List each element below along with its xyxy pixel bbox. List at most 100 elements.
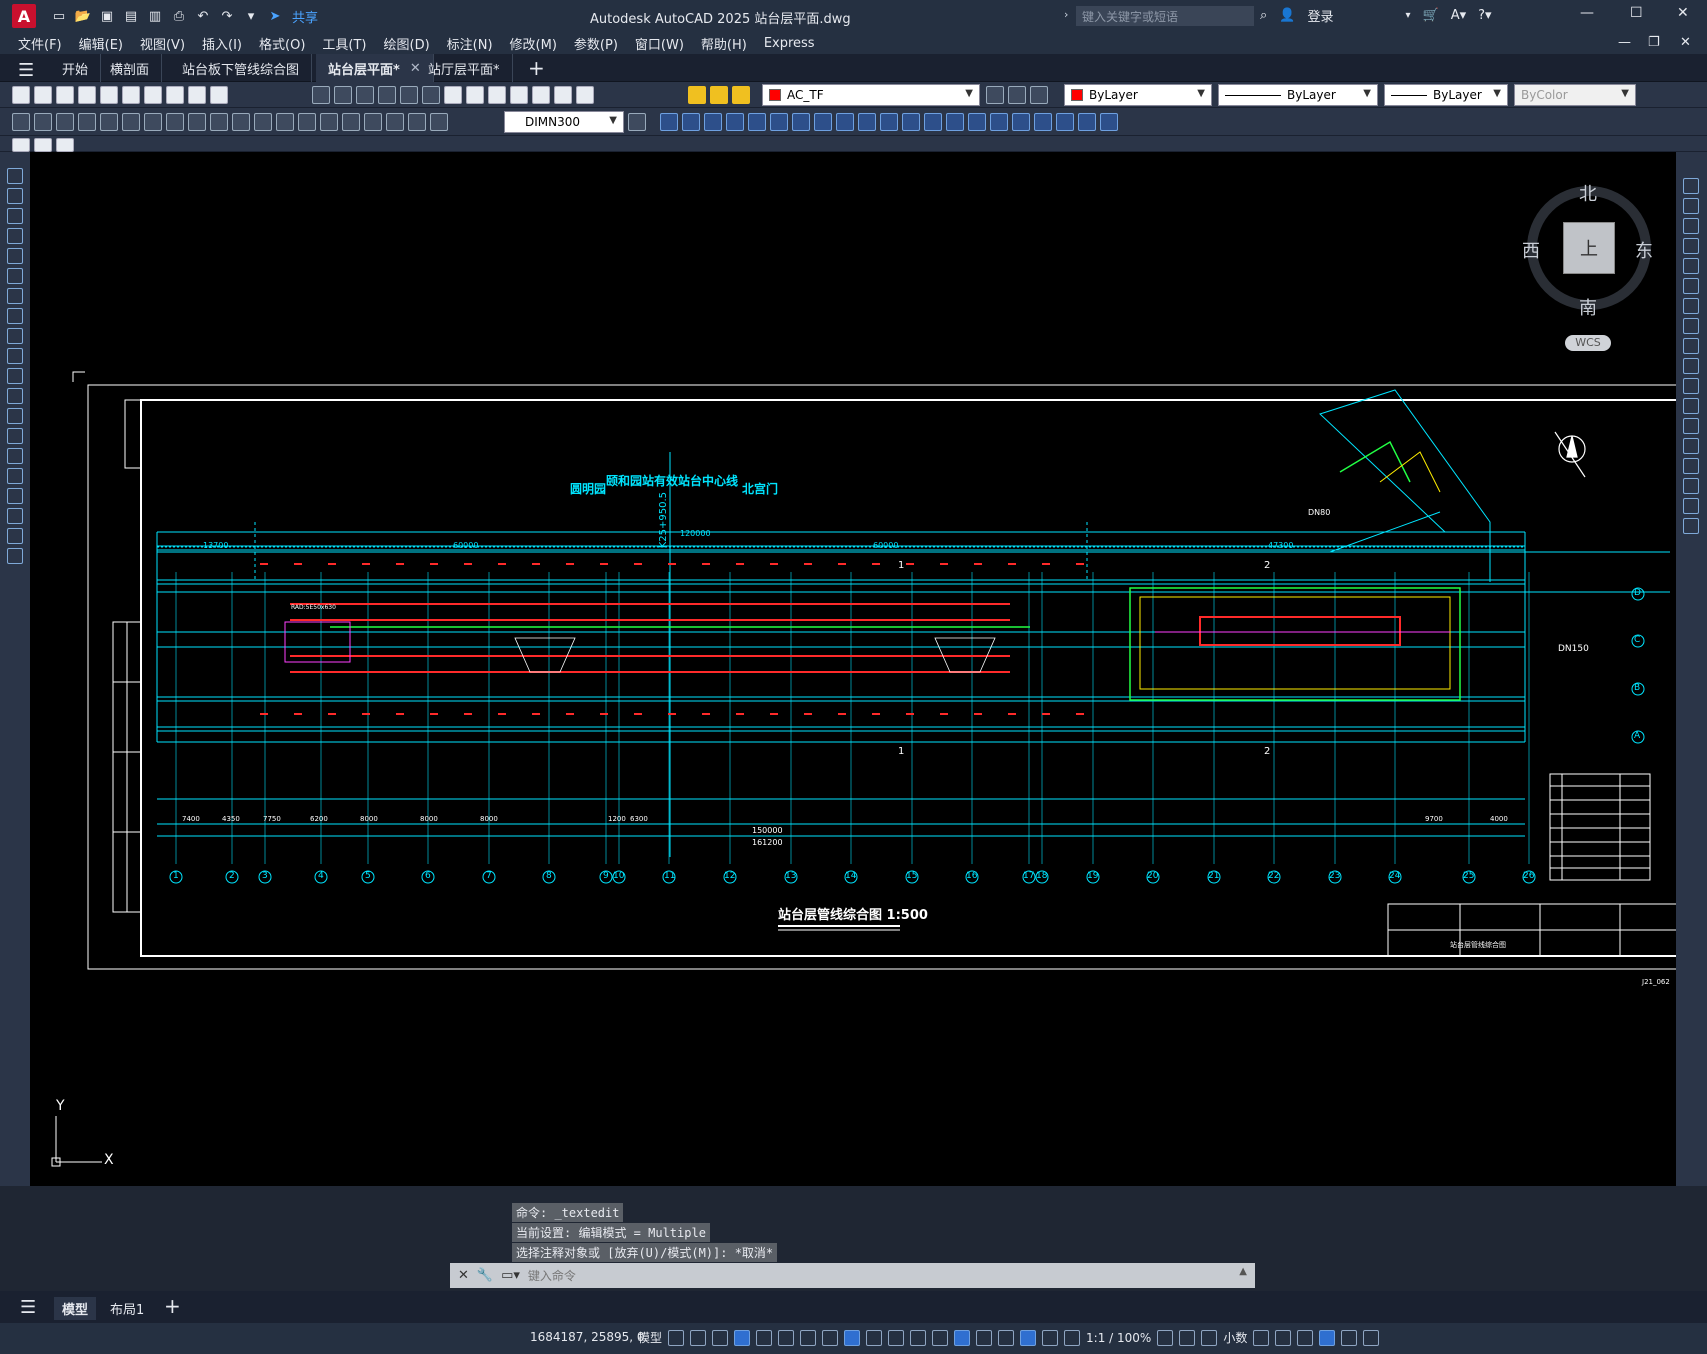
coordinate-readout[interactable]: 1684187, 25895, 0	[530, 1330, 645, 1344]
scale-icon[interactable]	[1683, 318, 1699, 334]
publish-file-icon[interactable]	[122, 86, 140, 104]
menu-help[interactable]: 帮助(H)	[701, 34, 747, 53]
infer-constraints-icon[interactable]	[712, 1329, 729, 1346]
layer-freeze-icon[interactable]	[710, 86, 728, 104]
copy-faces-icon[interactable]	[924, 113, 942, 131]
maximize-icon[interactable]: ☐	[1630, 5, 1643, 21]
plotstyle-dropdown[interactable]: ByColor ▼	[1514, 84, 1636, 106]
chamfer-icon[interactable]	[1683, 458, 1699, 474]
isolate-objects-icon[interactable]	[1297, 1329, 1314, 1346]
table-icon[interactable]	[7, 508, 23, 524]
layer-previous-icon[interactable]	[1030, 86, 1048, 104]
doc-close-icon[interactable]: ✕	[1680, 35, 1691, 50]
transparency-icon[interactable]	[888, 1329, 905, 1346]
layer-match-icon[interactable]	[1008, 86, 1026, 104]
autocad-logo-icon[interactable]: A	[12, 4, 36, 28]
clean-screen-icon[interactable]	[1341, 1329, 1358, 1346]
text-style-icon[interactable]	[56, 138, 74, 152]
copy-object-icon[interactable]	[1683, 198, 1699, 214]
layout-tab-layout1[interactable]: 布局1	[102, 1297, 152, 1320]
graphics-performance-icon[interactable]	[1319, 1329, 1336, 1346]
construction-line-icon[interactable]	[7, 188, 23, 204]
taper-faces-icon[interactable]	[902, 113, 920, 131]
dim-continue-icon[interactable]	[232, 113, 250, 131]
scale-3d-icon[interactable]	[704, 113, 722, 131]
open-icon[interactable]: 📂	[74, 7, 92, 25]
dimstyle-dropdown[interactable]: DIMN300 ▼	[504, 111, 624, 133]
viewcube-top-face[interactable]: 上	[1563, 222, 1615, 274]
dim-edit-icon[interactable]	[386, 113, 404, 131]
break-at-point-icon[interactable]	[1683, 398, 1699, 414]
join-icon[interactable]	[1683, 438, 1699, 454]
dim-space-icon[interactable]	[254, 113, 272, 131]
table-edit-icon[interactable]	[12, 138, 30, 152]
new-icon[interactable]: ▭	[50, 7, 68, 25]
new-tab-icon[interactable]: +	[528, 56, 545, 80]
lineweight-dropdown[interactable]: ByLayer ▼	[1384, 84, 1508, 106]
stretch-icon[interactable]	[1683, 338, 1699, 354]
move-faces-icon[interactable]	[814, 113, 832, 131]
jogged-linear-icon[interactable]	[364, 113, 382, 131]
search-arrow-icon[interactable]: ›	[1064, 8, 1068, 21]
line-icon[interactable]	[7, 168, 23, 184]
move-3d-icon[interactable]	[660, 113, 678, 131]
recent-commands-icon[interactable]: ▭▾	[501, 1268, 520, 1283]
tab-start[interactable]: 开始	[50, 54, 102, 82]
dim-arc-icon[interactable]	[56, 113, 74, 131]
layout-menu-icon[interactable]: ☰	[20, 1297, 36, 1318]
doc-restore-icon[interactable]: ❐	[1648, 35, 1660, 50]
menu-express[interactable]: Express	[764, 36, 815, 51]
plot-icon[interactable]: ⎙	[170, 7, 188, 25]
linetype-dropdown[interactable]: ByLayer ▼	[1218, 84, 1378, 106]
move-icon[interactable]	[1683, 278, 1699, 294]
ortho-icon[interactable]	[756, 1329, 773, 1346]
clean-icon[interactable]	[1034, 113, 1052, 131]
grid-icon[interactable]	[668, 1329, 685, 1346]
command-history-toggle-icon[interactable]: ▲	[1239, 1266, 1247, 1277]
menu-tools[interactable]: 工具(T)	[322, 34, 366, 53]
command-line[interactable]: ✕ 🔧 ▭▾ 键入命令 ▲	[450, 1263, 1255, 1288]
paste-icon[interactable]	[188, 86, 206, 104]
dim-text-edit-icon[interactable]	[408, 113, 426, 131]
login-dropdown-icon[interactable]: ▾	[1405, 10, 1410, 21]
tolerance-icon[interactable]	[298, 113, 316, 131]
wcs-menu[interactable]: WCS	[1565, 335, 1611, 351]
viewcube-south[interactable]: 南	[1579, 294, 1597, 320]
extend-icon[interactable]	[1683, 378, 1699, 394]
rotate-3d-icon[interactable]	[682, 113, 700, 131]
customize-icon[interactable]: ▾	[242, 7, 260, 25]
command-input[interactable]: 键入命令	[528, 1267, 576, 1284]
rotate-faces-icon[interactable]	[880, 113, 898, 131]
units-icon[interactable]	[1201, 1329, 1218, 1346]
drawing-canvas[interactable]: 颐和园站有效站台中心线 圆明园 北宫门 K25+950.5 13700 6000…	[30, 152, 1676, 1186]
selection-cycling-icon[interactable]	[910, 1329, 927, 1346]
menu-edit[interactable]: 编辑(E)	[79, 34, 123, 53]
annotation-scale-value[interactable]: 1:1 / 100%	[1086, 1331, 1151, 1345]
rotate-icon[interactable]	[1683, 298, 1699, 314]
minimize-icon[interactable]: —	[1580, 5, 1594, 21]
menu-file[interactable]: 文件(F)	[18, 34, 62, 53]
menu-parametric[interactable]: 参数(P)	[574, 34, 618, 53]
tool-palettes-icon[interactable]	[488, 86, 506, 104]
make-current-icon[interactable]	[986, 86, 1004, 104]
menu-hamburger-icon[interactable]: ☰	[18, 60, 34, 81]
login-label[interactable]: 登录	[1307, 6, 1333, 25]
polygon-icon[interactable]	[7, 228, 23, 244]
subtract-icon[interactable]	[748, 113, 766, 131]
imprint-icon[interactable]	[1012, 113, 1030, 131]
menu-format[interactable]: 格式(O)	[259, 34, 305, 53]
customize-wrench-icon[interactable]: 🔧	[477, 1268, 493, 1283]
quick-dim-icon[interactable]	[188, 113, 206, 131]
publish-icon[interactable]: ▥	[146, 7, 164, 25]
preview-icon[interactable]	[100, 86, 118, 104]
dim-update-icon[interactable]	[430, 113, 448, 131]
share-icon[interactable]: ➤	[266, 7, 284, 25]
workspace-gear-icon[interactable]	[1157, 1329, 1174, 1346]
share-label[interactable]: 共享	[292, 7, 318, 26]
design-center-icon[interactable]	[466, 86, 484, 104]
zoom-previous-icon[interactable]	[422, 86, 440, 104]
qnew-icon[interactable]	[12, 86, 30, 104]
region-icon[interactable]	[7, 488, 23, 504]
pan-icon[interactable]	[356, 86, 374, 104]
user-icon[interactable]: 👤	[1279, 8, 1295, 23]
